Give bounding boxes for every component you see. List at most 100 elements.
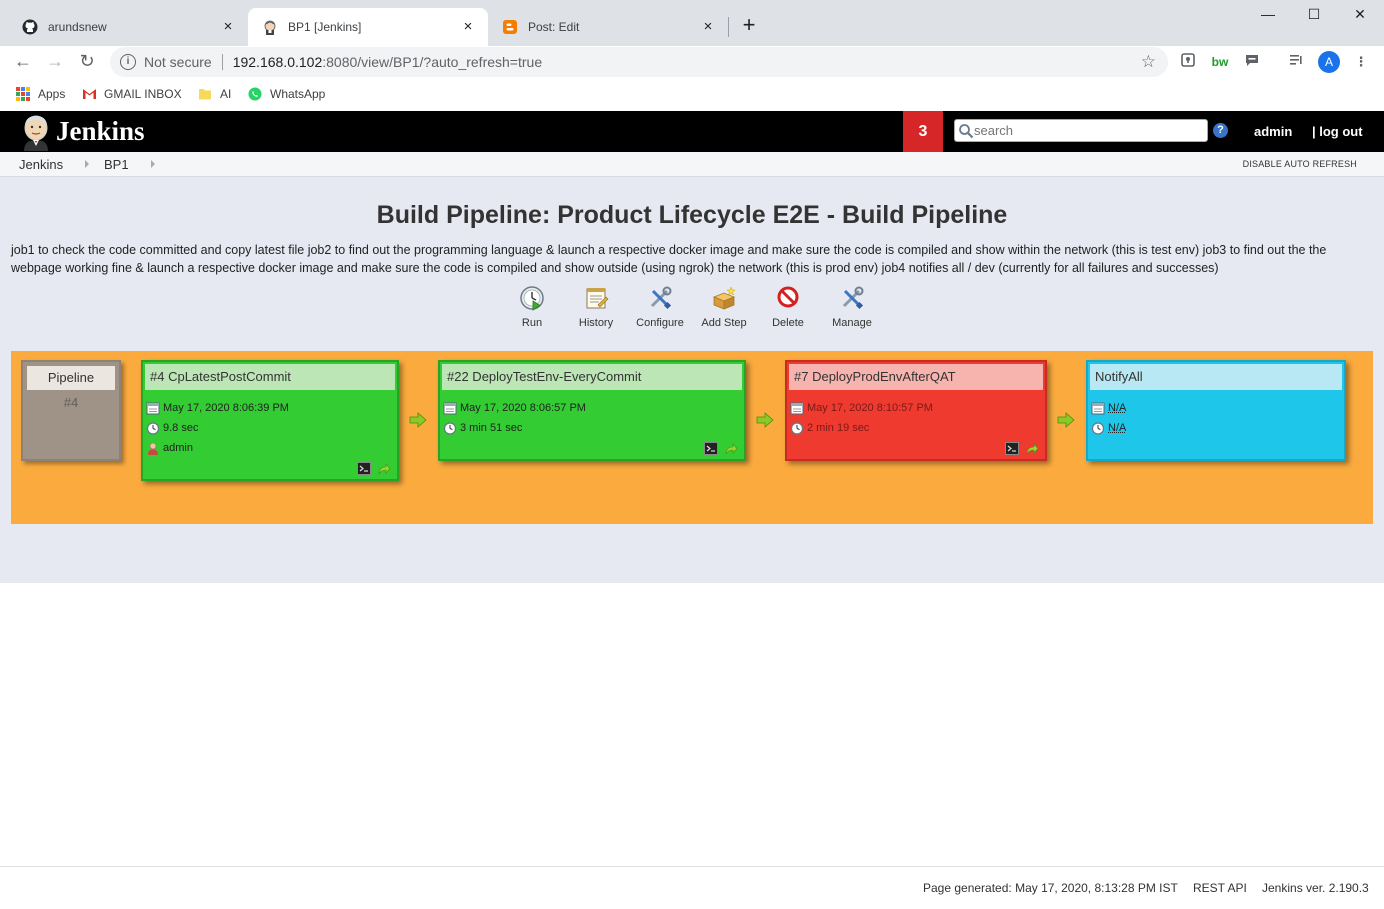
browser-menu-icon[interactable]: ⋮ <box>1351 52 1371 72</box>
add-step-button[interactable]: Add Step <box>692 285 756 329</box>
new-tab-button[interactable]: + <box>738 14 760 36</box>
clock-icon <box>443 421 457 435</box>
bookmark-ai-folder[interactable]: AI <box>198 85 231 103</box>
help-icon[interactable]: ? <box>1213 123 1228 138</box>
extension-lock-icon[interactable] <box>1178 52 1198 72</box>
reload-button[interactable]: ↻ <box>75 49 99 73</box>
console-icon[interactable] <box>704 442 718 455</box>
job-duration: N/A <box>1091 418 1344 438</box>
configure-tools-icon <box>650 286 672 310</box>
delete-no-entry-icon <box>777 286 799 308</box>
job-card-cplatestpostcommit[interactable]: #4 CpLatestPostCommit May 17, 2020 8:06:… <box>141 360 399 481</box>
breadcrumb-jenkins[interactable]: Jenkins <box>19 157 63 172</box>
job-duration-text: 9.8 sec <box>163 422 199 434</box>
tab-arundsnew[interactable]: arundsnew × <box>8 8 248 46</box>
history-button[interactable]: History <box>564 285 628 329</box>
bookmark-gmail-inbox[interactable]: GMAIL INBOX <box>82 85 182 103</box>
breadcrumb-arrow-icon[interactable] <box>151 160 155 168</box>
breadcrumb-arrow-icon[interactable] <box>85 160 89 168</box>
bookmark-star-icon[interactable]: ☆ <box>1141 52 1156 72</box>
bookmark-apps[interactable]: Apps <box>16 85 65 103</box>
jenkins-version-link[interactable]: Jenkins ver. 2.190.3 <box>1262 881 1369 895</box>
minimize-button[interactable]: — <box>1245 6 1291 26</box>
job-title[interactable]: #4 CpLatestPostCommit <box>145 364 395 390</box>
job-date: May 17, 2020 8:06:57 PM <box>443 398 744 418</box>
run-clock-icon <box>520 286 544 311</box>
breadcrumb-bp1[interactable]: BP1 <box>104 157 129 172</box>
extension-bw-icon[interactable]: bw <box>1210 52 1230 72</box>
manage-button[interactable]: Manage <box>820 285 884 329</box>
job-title[interactable]: #7 DeployProdEnvAfterQAT <box>789 364 1043 390</box>
flow-arrow-icon <box>409 412 427 428</box>
disable-auto-refresh-link[interactable]: DISABLE AUTO REFRESH <box>1243 159 1357 169</box>
rebuild-arrow-icon[interactable] <box>377 462 391 475</box>
configure-button[interactable]: Configure <box>628 285 692 329</box>
action-label: Delete <box>772 317 804 329</box>
logout-link[interactable]: | log out <box>1312 124 1363 139</box>
pipeline-description: job1 to check the code committed and cop… <box>11 243 1327 275</box>
rebuild-arrow-icon[interactable] <box>1025 442 1039 455</box>
job-date-text: N/A <box>1108 402 1127 414</box>
tab-post-edit[interactable]: Post: Edit × <box>488 8 728 46</box>
forward-button[interactable]: → <box>43 49 67 73</box>
bookmark-whatsapp[interactable]: WhatsApp <box>248 85 325 103</box>
blogger-icon <box>502 19 518 35</box>
job-date: N/A <box>1091 398 1344 418</box>
github-icon <box>22 19 38 35</box>
job-action-icons <box>704 442 738 455</box>
job-card-deployprodenvafterqat[interactable]: #7 DeployProdEnvAfterQAT May 17, 2020 8:… <box>785 360 1047 461</box>
job-action-icons <box>1005 442 1039 455</box>
media-playlist-icon[interactable] <box>1286 52 1306 72</box>
job-duration-text: N/A <box>1108 422 1127 434</box>
calendar-icon <box>146 402 160 414</box>
action-label: Add Step <box>701 317 747 329</box>
search-icon <box>958 123 974 139</box>
clock-icon <box>1091 421 1105 435</box>
extension-chat-icon[interactable] <box>1242 52 1262 72</box>
console-icon[interactable] <box>1005 442 1019 455</box>
browser-toolbar: ← → ↻ i Not secure 192.168.0.102 :8080/v… <box>0 46 1384 77</box>
tab-title: arundsnew <box>48 20 107 34</box>
back-button[interactable]: ← <box>11 49 35 73</box>
manage-tools-icon <box>842 286 864 310</box>
rebuild-arrow-icon[interactable] <box>724 442 738 455</box>
job-title[interactable]: #22 DeployTestEnv-EveryCommit <box>442 364 742 390</box>
address-bar[interactable]: i Not secure 192.168.0.102 :8080/view/BP… <box>110 47 1168 77</box>
rest-api-link[interactable]: REST API <box>1193 881 1247 895</box>
job-user-text[interactable]: admin <box>163 442 193 454</box>
clock-icon <box>790 421 804 435</box>
close-window-button[interactable]: ✕ <box>1337 6 1383 26</box>
omnibox-divider <box>221 54 223 70</box>
folder-icon <box>198 87 212 101</box>
maximize-button[interactable]: ☐ <box>1291 6 1337 26</box>
jenkins-title[interactable]: Jenkins <box>56 116 145 147</box>
calendar-icon <box>790 402 804 414</box>
search-box[interactable] <box>954 119 1208 142</box>
delete-button[interactable]: Delete <box>756 285 820 329</box>
job-date: May 17, 2020 8:06:39 PM <box>146 398 397 418</box>
tab-close-icon[interactable]: × <box>700 19 716 35</box>
job-duration: 3 min 51 sec <box>443 418 744 438</box>
profile-avatar[interactable]: A <box>1318 51 1340 73</box>
job-card-deploytestenv-everycommit[interactable]: #22 DeployTestEnv-EveryCommit May 17, 20… <box>438 360 746 461</box>
notification-badge[interactable]: 3 <box>903 111 943 152</box>
jenkins-butler-icon[interactable] <box>18 113 54 151</box>
action-label: Configure <box>636 317 684 329</box>
user-link[interactable]: admin <box>1254 124 1292 139</box>
job-title[interactable]: NotifyAll <box>1090 364 1342 390</box>
run-button[interactable]: Run <box>500 285 564 329</box>
pipeline-number[interactable]: #4 <box>23 395 119 410</box>
console-icon[interactable] <box>357 462 371 475</box>
action-label: Run <box>521 317 543 329</box>
search-input[interactable] <box>974 123 1199 138</box>
job-action-icons <box>357 462 391 475</box>
info-icon[interactable]: i <box>120 54 136 70</box>
tab-close-icon[interactable]: × <box>220 19 236 35</box>
history-notepad-icon <box>586 288 609 309</box>
pipeline-header-cell[interactable]: Pipeline #4 <box>21 360 121 461</box>
job-card-notifyall[interactable]: NotifyAll N/A N/A <box>1086 360 1346 461</box>
tab-bp1-jenkins[interactable]: BP1 [Jenkins] × <box>248 8 488 46</box>
jenkins-header: Jenkins 3 ? admin | log out <box>0 111 1384 152</box>
tab-close-icon[interactable]: × <box>460 19 476 35</box>
flow-arrow-icon <box>756 412 774 428</box>
